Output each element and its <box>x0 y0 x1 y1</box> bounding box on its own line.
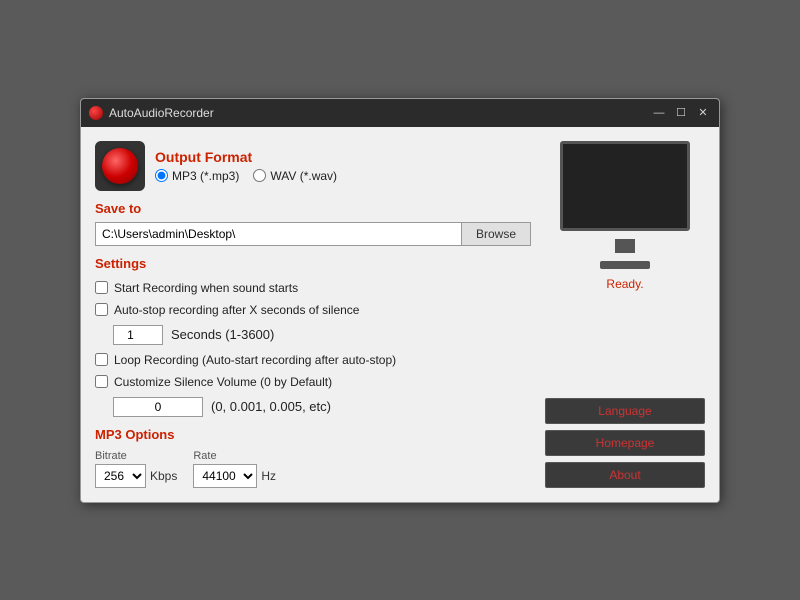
window-title: AutoAudioRecorder <box>109 106 645 120</box>
auto-stop-row: Auto-stop recording after X seconds of s… <box>95 303 531 317</box>
rate-select-row: 8000 11025 22050 44100 48000 Hz <box>193 464 276 488</box>
save-to-section: Save to Browse <box>95 201 531 246</box>
record-icon-box <box>95 141 145 191</box>
rate-field: Rate 8000 11025 22050 44100 48000 Hz <box>193 450 276 488</box>
format-options: Output Format MP3 (*.mp3) WAV (*.wav) <box>155 149 337 183</box>
output-format-row: Output Format MP3 (*.mp3) WAV (*.wav) <box>95 141 531 191</box>
start-recording-checkbox[interactable] <box>95 281 108 294</box>
homepage-button[interactable]: Homepage <box>545 430 705 456</box>
bitrate-field: Bitrate 64 128 192 256 320 Kbps <box>95 450 177 488</box>
loop-recording-label: Loop Recording (Auto-start recording aft… <box>114 353 396 367</box>
wav-label: WAV (*.wav) <box>270 169 337 183</box>
start-recording-row: Start Recording when sound starts <box>95 281 531 295</box>
maximize-button[interactable]: ☐ <box>673 105 689 121</box>
bitrate-label: Bitrate <box>95 450 177 462</box>
rate-unit: Hz <box>261 469 276 483</box>
record-circle <box>102 148 138 184</box>
language-button[interactable]: Language <box>545 398 705 424</box>
mp3-options-section: MP3 Options Bitrate 64 128 192 256 320 <box>95 427 531 488</box>
bitrate-select-row: 64 128 192 256 320 Kbps <box>95 464 177 488</box>
left-panel: Output Format MP3 (*.mp3) WAV (*.wav) <box>95 141 531 488</box>
loop-recording-row: Loop Recording (Auto-start recording aft… <box>95 353 531 367</box>
seconds-row: Seconds (1-3600) <box>113 325 531 345</box>
wav-radio-label[interactable]: WAV (*.wav) <box>253 169 337 183</box>
bitrate-unit: Kbps <box>150 469 177 483</box>
seconds-hint: Seconds (1-3600) <box>171 327 274 342</box>
right-panel: Ready. Language Homepage About <box>545 141 705 488</box>
silence-input[interactable] <box>113 397 203 417</box>
silence-hint: (0, 0.001, 0.005, etc) <box>211 399 331 414</box>
customize-silence-row: Customize Silence Volume (0 by Default) <box>95 375 531 389</box>
browse-button[interactable]: Browse <box>462 222 531 246</box>
monitor-stand-neck <box>615 239 635 253</box>
settings-heading: Settings <box>95 256 531 271</box>
title-bar: AutoAudioRecorder — ☐ ✕ <box>81 99 719 127</box>
mp3-radio-label[interactable]: MP3 (*.mp3) <box>155 169 239 183</box>
close-button[interactable]: ✕ <box>695 105 711 121</box>
settings-section: Settings Start Recording when sound star… <box>95 256 531 417</box>
app-icon <box>89 106 103 120</box>
mp3-label: MP3 (*.mp3) <box>172 169 239 183</box>
monitor-screen <box>560 141 690 231</box>
loop-recording-checkbox[interactable] <box>95 353 108 366</box>
window-body: Output Format MP3 (*.mp3) WAV (*.wav) <box>81 127 719 502</box>
wav-radio[interactable] <box>253 169 266 182</box>
window-controls: — ☐ ✕ <box>651 105 711 121</box>
silence-value-row: (0, 0.001, 0.005, etc) <box>113 397 531 417</box>
rate-label: Rate <box>193 450 276 462</box>
auto-stop-checkbox[interactable] <box>95 303 108 316</box>
output-format-section: Output Format MP3 (*.mp3) WAV (*.wav) <box>95 141 531 191</box>
radio-row: MP3 (*.mp3) WAV (*.wav) <box>155 169 337 183</box>
save-path-input[interactable] <box>95 222 462 246</box>
main-window: AutoAudioRecorder — ☐ ✕ Output Format <box>80 98 720 503</box>
seconds-input[interactable] <box>113 325 163 345</box>
ready-status: Ready. <box>606 277 643 291</box>
save-to-row: Browse <box>95 222 531 246</box>
start-recording-label: Start Recording when sound starts <box>114 281 298 295</box>
customize-silence-checkbox[interactable] <box>95 375 108 388</box>
customize-silence-label: Customize Silence Volume (0 by Default) <box>114 375 332 389</box>
auto-stop-label: Auto-stop recording after X seconds of s… <box>114 303 359 317</box>
monitor-stand-base <box>600 261 650 269</box>
minimize-button[interactable]: — <box>651 105 667 121</box>
mp3-fields-row: Bitrate 64 128 192 256 320 Kbps <box>95 450 531 488</box>
right-buttons: Language Homepage About <box>545 398 705 488</box>
about-button[interactable]: About <box>545 462 705 488</box>
rate-select[interactable]: 8000 11025 22050 44100 48000 <box>193 464 257 488</box>
mp3-options-heading: MP3 Options <box>95 427 531 442</box>
save-to-heading: Save to <box>95 201 531 216</box>
bitrate-select[interactable]: 64 128 192 256 320 <box>95 464 146 488</box>
output-format-heading: Output Format <box>155 149 337 165</box>
mp3-radio[interactable] <box>155 169 168 182</box>
